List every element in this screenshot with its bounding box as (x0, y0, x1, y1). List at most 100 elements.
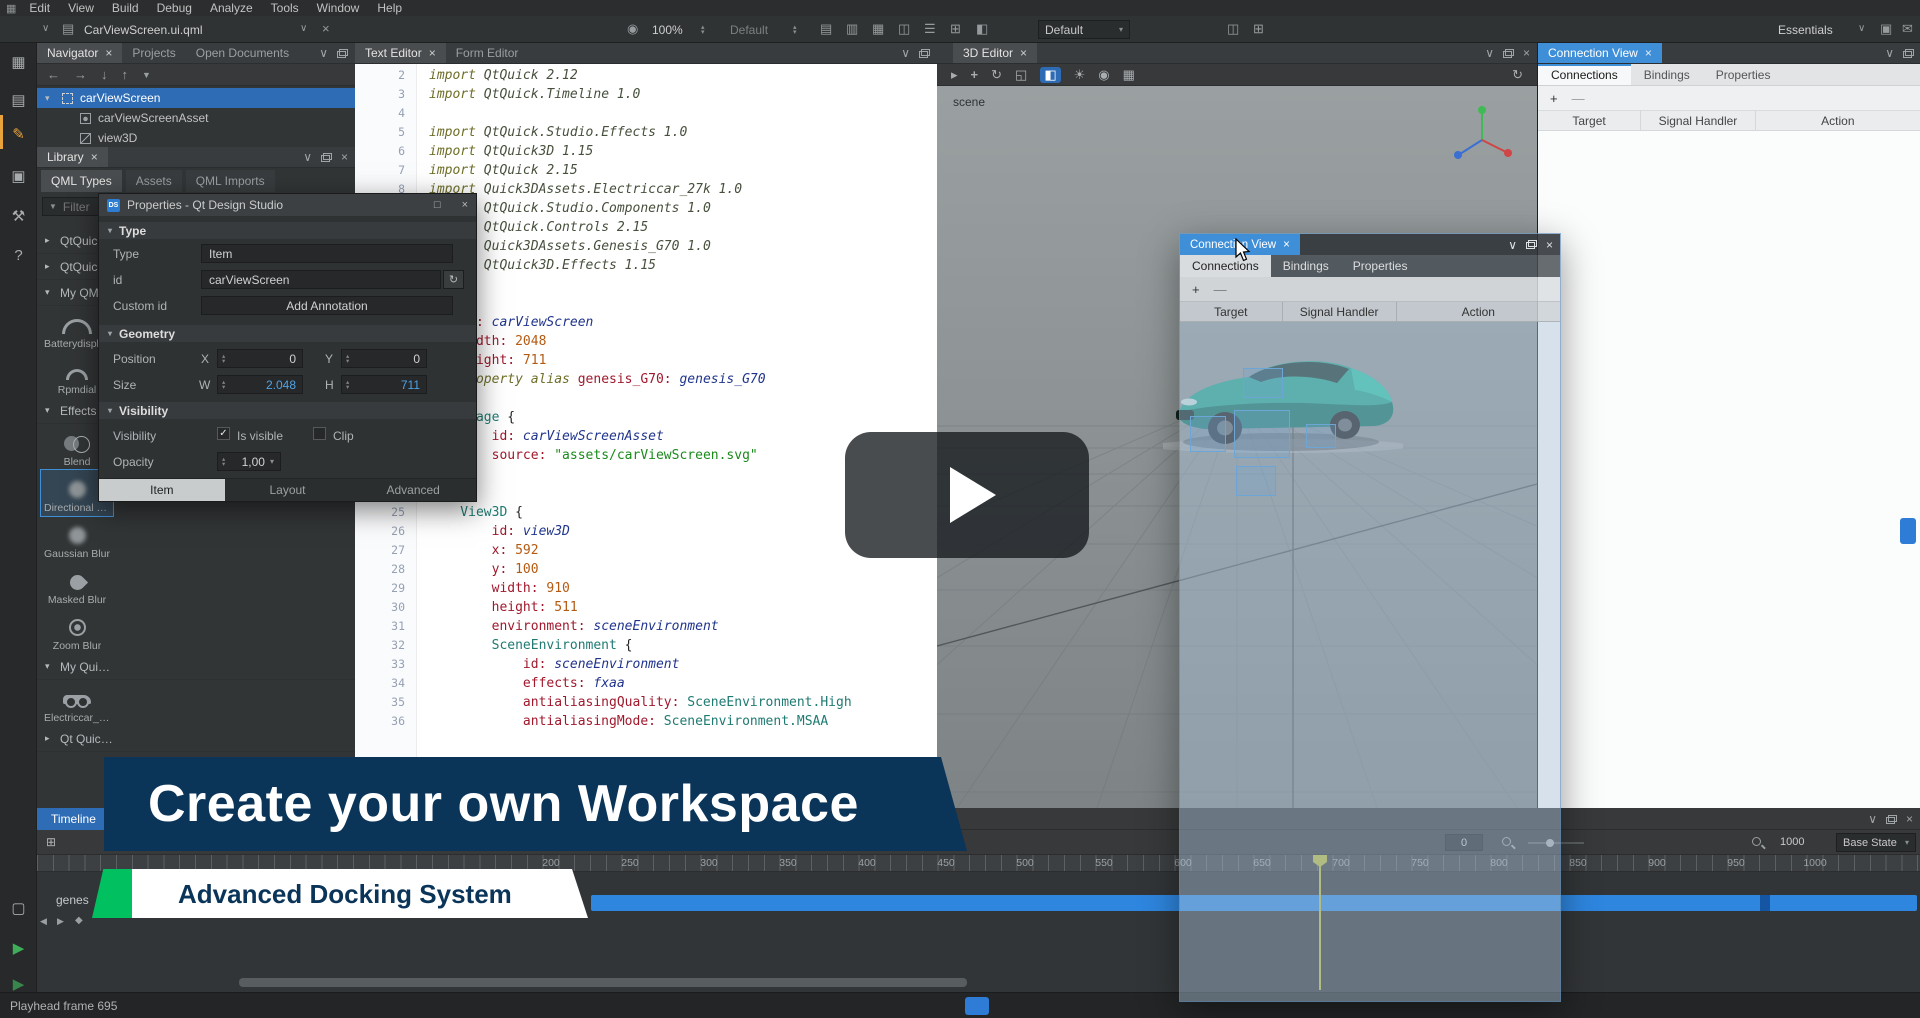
add-view-icon[interactable]: ⊞ (950, 22, 961, 36)
chevron-down-icon[interactable]: ∨ (1885, 46, 1894, 60)
floating-table-body[interactable] (1180, 322, 1560, 1001)
document-close-icon[interactable]: × (322, 22, 330, 36)
move-right-icon[interactable]: → (74, 67, 87, 82)
menu-tools[interactable]: Tools (262, 1, 308, 15)
code-line-31[interactable]: 31 environment: sceneEnvironment (355, 617, 937, 636)
close-icon[interactable]: × (1645, 46, 1652, 60)
layout-split-icon[interactable]: ◫ (898, 22, 910, 36)
axis-gizmo[interactable] (1452, 104, 1516, 168)
opacity-spinbox[interactable]: ▴▾1,00 ▾ (217, 452, 281, 471)
device-preview-icon[interactable]: ▢ (0, 899, 37, 917)
tab-item[interactable]: Item (99, 479, 225, 501)
run-debug-icon[interactable]: ▶ (0, 975, 37, 993)
tab-layout[interactable]: Layout (225, 479, 351, 501)
library-item-electriccar_27k[interactable]: Electriccar_27k (41, 680, 113, 726)
code-line-33[interactable]: 33 id: sceneEnvironment (355, 655, 937, 674)
menu-analyze[interactable]: Analyze (201, 1, 262, 15)
tab-text-editor[interactable]: Text Editor× (355, 43, 446, 63)
zoom-level[interactable]: 100% (652, 23, 683, 37)
tab-timeline[interactable]: Timeline (37, 808, 110, 830)
tab-3d-editor[interactable]: 3D Editor× (953, 43, 1037, 63)
reset-id-icon[interactable]: ↻ (443, 270, 464, 289)
chevron-down-icon[interactable]: ∨ (1868, 812, 1877, 826)
move-left-icon[interactable]: ← (47, 67, 60, 82)
code-line-29[interactable]: 29 width: 910 (355, 579, 937, 598)
rotate-tool-icon[interactable]: ↻ (991, 67, 1002, 83)
undock-icon[interactable] (1886, 815, 1897, 824)
collapsed-dock-indicator[interactable] (1900, 518, 1916, 544)
move-down-icon[interactable]: ↓ (101, 67, 108, 82)
code-line-36[interactable]: 36 antialiasingMode: SceneEnvironment.MS… (355, 712, 937, 731)
style-select[interactable]: Default (730, 23, 768, 37)
tab-form-editor[interactable]: Form Editor (446, 43, 529, 63)
workspace-icon[interactable]: ◫ (1227, 22, 1239, 36)
select-tool-icon[interactable]: ▸ (951, 67, 958, 83)
code-line-28[interactable]: 28 y: 100 (355, 560, 937, 579)
tab-connections[interactable]: Connections (1180, 255, 1271, 277)
clip-checkbox[interactable] (313, 427, 326, 440)
tools-icon[interactable]: ⚒ (0, 207, 37, 225)
column-signal-handler[interactable]: Signal Handler (1283, 302, 1397, 321)
dock-drop-indicator[interactable] (965, 997, 989, 1015)
welcome-mode-icon[interactable]: ▦ (0, 53, 37, 71)
feedback-icon[interactable]: ✉ (1902, 22, 1913, 36)
tab-assets[interactable]: Assets (126, 170, 182, 192)
undock-icon[interactable] (1526, 240, 1537, 249)
document-dropdown-chevron-icon[interactable]: ∨ (300, 22, 307, 36)
move-tool-icon[interactable]: + (971, 67, 979, 82)
zoom-in-icon[interactable] (1752, 837, 1761, 846)
code-line-4[interactable]: 4 (355, 104, 937, 123)
remove-connection-icon[interactable]: — (1214, 282, 1227, 297)
tab-bindings[interactable]: Bindings (1631, 64, 1703, 85)
code-line-6[interactable]: 6import QtQuick3D 1.15 (355, 142, 937, 161)
move-up-icon[interactable]: ↑ (122, 67, 129, 82)
navigator-item-carViewScreenAsset[interactable]: carViewScreenAsset (37, 108, 355, 128)
library-item-gaussian-blur[interactable]: Gaussian Blur (41, 516, 113, 562)
remove-connection-icon[interactable]: — (1572, 91, 1585, 106)
y-spinbox[interactable]: ▴▾0 (341, 349, 427, 368)
tab-connections[interactable]: Connections (1538, 64, 1631, 85)
add-connection-icon[interactable]: + (1192, 282, 1200, 297)
snap-toggle-icon[interactable]: ◧ (1040, 67, 1060, 83)
navigator-item-carViewScreen[interactable]: ▾carViewScreen (37, 88, 355, 108)
light-toggle-icon[interactable]: ☀ (1074, 67, 1086, 83)
code-line-32[interactable]: 32 SceneEnvironment { (355, 636, 937, 655)
code-line-30[interactable]: 30 height: 511 (355, 598, 937, 617)
tab-qml-imports[interactable]: QML Imports (186, 170, 275, 192)
is-visible-checkbox[interactable]: ✓ (217, 427, 230, 440)
state-select[interactable]: Base State▾ (1836, 833, 1916, 852)
grid-toggle-icon[interactable]: ▦ (1123, 67, 1135, 83)
column-signal-handler[interactable]: Signal Handler (1641, 111, 1756, 130)
design-mode-icon[interactable]: ✎ (0, 125, 37, 143)
chevron-down-icon[interactable]: ∨ (1508, 238, 1517, 252)
navigator-item-view3D[interactable]: view3D (37, 128, 355, 148)
library-item-zoom-blur[interactable]: Zoom Blur (41, 608, 113, 654)
tab-advanced[interactable]: Advanced (350, 479, 476, 501)
close-icon[interactable]: × (341, 150, 348, 164)
filter-icon[interactable]: ▼ (142, 70, 151, 80)
layout-rows-icon[interactable]: ▥ (846, 22, 858, 36)
camera-toggle-icon[interactable]: ◉ (1098, 67, 1109, 83)
close-icon[interactable]: × (1546, 238, 1553, 252)
close-icon[interactable]: × (429, 46, 436, 60)
timeline-end-value[interactable]: 1000 (1780, 836, 1804, 848)
scale-tool-icon[interactable]: ◱ (1015, 67, 1027, 83)
tab-library[interactable]: Library× (37, 147, 108, 167)
reset-view-icon[interactable]: ↻ (1512, 67, 1523, 83)
maximize-icon[interactable]: □ (434, 199, 441, 211)
code-line-2[interactable]: 2import QtQuick 2.12 (355, 66, 937, 85)
layout-grid-icon[interactable]: ▦ (872, 22, 884, 36)
column-target[interactable]: Target (1180, 302, 1283, 321)
section-visibility[interactable]: ▾Visibility (99, 402, 476, 419)
menu-edit[interactable]: Edit (20, 1, 59, 15)
add-keyframe-icon[interactable]: ⊞ (46, 835, 56, 849)
column-action[interactable]: Action (1756, 111, 1920, 130)
undock-icon[interactable] (337, 49, 348, 58)
tab-open-documents[interactable]: Open Documents (186, 43, 299, 63)
undock-icon[interactable] (1903, 49, 1914, 58)
section-geometry[interactable]: ▾Geometry (99, 325, 476, 342)
column-target[interactable]: Target (1538, 111, 1641, 130)
properties-titlebar[interactable]: DS Properties - Qt Design Studio □ × (99, 194, 476, 216)
track-label[interactable]: genes (56, 893, 89, 907)
close-icon[interactable]: × (1020, 46, 1027, 60)
